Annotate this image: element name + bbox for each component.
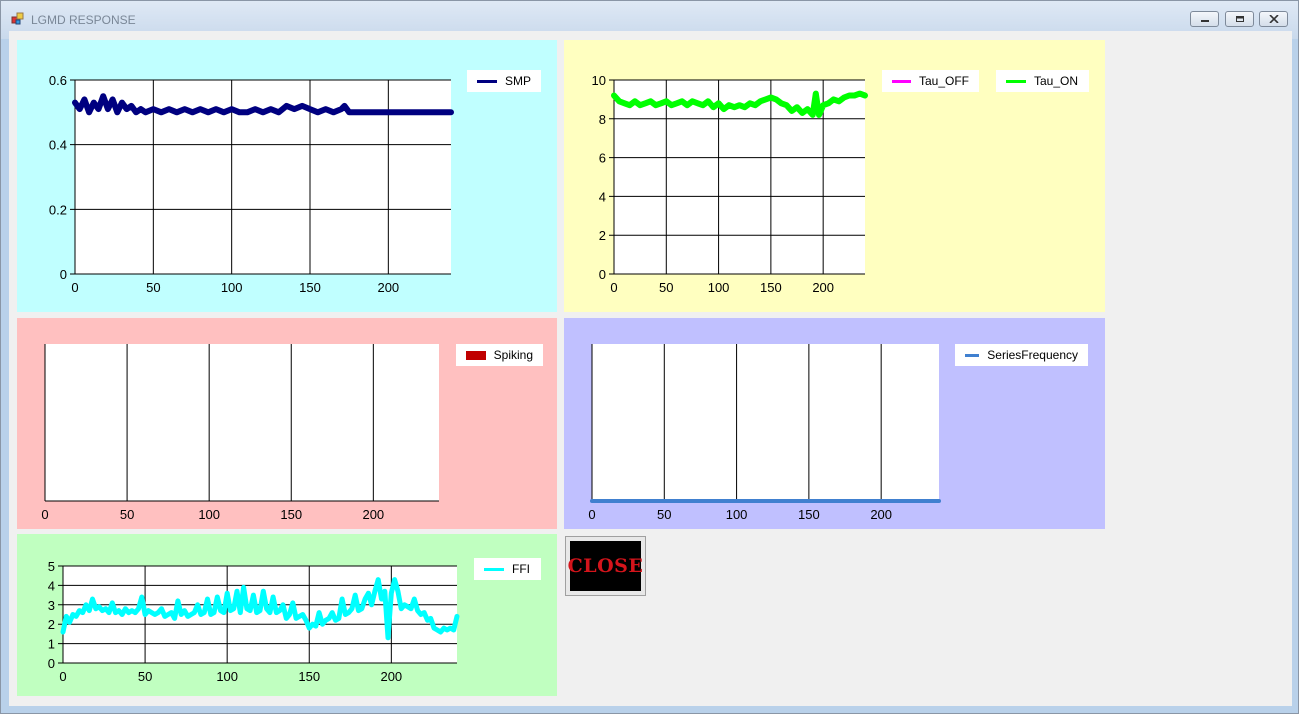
x-tick-label: 200 [380,669,402,684]
form-client-area: 0 50 100 150 200 0 0.2 0.4 0.6 SMP 0 50 100 150 200 0… [9,31,1292,706]
x-tick-label: 50 [146,280,160,295]
x-tick-label: 100 [216,669,238,684]
app-icon [11,12,24,25]
tau-on-legend-swatch [1006,79,1026,83]
y-tick-label: 0.4 [49,138,67,153]
y-tick-label: 8 [599,112,606,127]
close-icon [1268,15,1279,23]
close-button[interactable]: CLOSE [565,536,646,596]
x-tick-label: 50 [138,669,152,684]
tau-off-legend-label: Tau_OFF [918,74,969,88]
smp-panel: 0 50 100 150 200 0 0.2 0.4 0.6 SMP [17,40,557,312]
plot-area [592,344,939,501]
close-button-label: CLOSE [567,555,644,577]
x-tick-label: 150 [280,507,302,522]
x-tick-label: 200 [377,280,399,295]
x-tick-label: 0 [71,280,78,295]
x-tick-label: 100 [198,507,220,522]
x-tick-label: 0 [610,280,617,295]
app-window: LGMD RESPONSE 0 50 100 150 200 0 0.2 0.4 0.6 SMP… [0,0,1299,714]
y-tick-label: 5 [48,559,55,574]
x-tick-label: 100 [221,280,243,295]
x-tick-label: 200 [362,507,384,522]
smp-legend-label: SMP [504,74,531,88]
tau-off-legend: Tau_OFF [882,70,979,92]
ffi-legend-swatch [484,567,504,571]
x-tick-label: 50 [120,507,134,522]
smp-legend: SMP [467,70,541,92]
y-tick-label: 10 [592,73,606,88]
x-tick-label: 200 [870,507,892,522]
ffi-legend: FFI [474,558,541,580]
x-tick-label: 50 [659,280,673,295]
x-tick-label: 150 [299,280,321,295]
minimize-icon [1200,20,1209,22]
tau-off-legend-swatch [892,79,911,83]
x-tick-label: 200 [812,280,834,295]
spiking-legend: Spiking [456,344,543,366]
x-tick-label: 150 [760,280,782,295]
close-window-button[interactable] [1259,11,1288,27]
tau-on-legend-label: Tau_ON [1034,74,1079,88]
x-tick-label: 0 [59,669,66,684]
x-tick-label: 100 [726,507,748,522]
frequency-legend: SeriesFrequency [955,344,1088,366]
x-tick-label: 0 [41,507,48,522]
smp-legend-swatch [477,79,497,83]
spiking-legend-label: Spiking [493,348,533,362]
y-tick-label: 2 [48,617,55,632]
y-tick-label: 4 [48,578,55,593]
spiking-legend-swatch [466,350,486,360]
ffi-panel: 0 50 100 150 200 0 1 2 3 4 5 FFI [17,534,557,696]
plot-area [614,80,865,274]
restore-icon [1235,16,1244,22]
maximize-button[interactable] [1225,11,1254,27]
close-button-face: CLOSE [567,541,644,591]
frequency-panel: 0 50 100 150 200 SeriesFrequency [564,318,1105,529]
x-tick-label: 0 [588,507,595,522]
y-tick-label: 0 [48,656,55,671]
plot-area [45,344,439,501]
y-tick-label: 0.2 [49,202,67,217]
y-tick-label: 3 [48,598,55,613]
x-tick-label: 50 [657,507,671,522]
y-tick-label: 2 [599,228,606,243]
x-tick-label: 150 [298,669,320,684]
y-tick-label: 1 [48,637,55,652]
frequency-legend-label: SeriesFrequency [987,348,1078,362]
y-tick-label: 0 [599,267,606,282]
frequency-legend-swatch [965,353,980,357]
minimize-button[interactable] [1190,11,1219,27]
ffi-legend-label: FFI [512,562,530,576]
y-tick-label: 6 [599,151,606,166]
spiking-panel: 0 50 100 150 200 Spiking [17,318,557,529]
y-tick-label: 4 [599,189,606,204]
x-tick-label: 150 [798,507,820,522]
y-tick-label: 0 [60,267,67,282]
tau-panel: 0 50 100 150 200 0 2 4 6 8 10 Tau_OFF Tau_ON [564,40,1105,312]
tau-on-legend: Tau_ON [996,70,1089,92]
window-title: LGMD RESPONSE [31,13,136,27]
y-tick-label: 0.6 [49,73,67,88]
x-tick-label: 100 [708,280,730,295]
